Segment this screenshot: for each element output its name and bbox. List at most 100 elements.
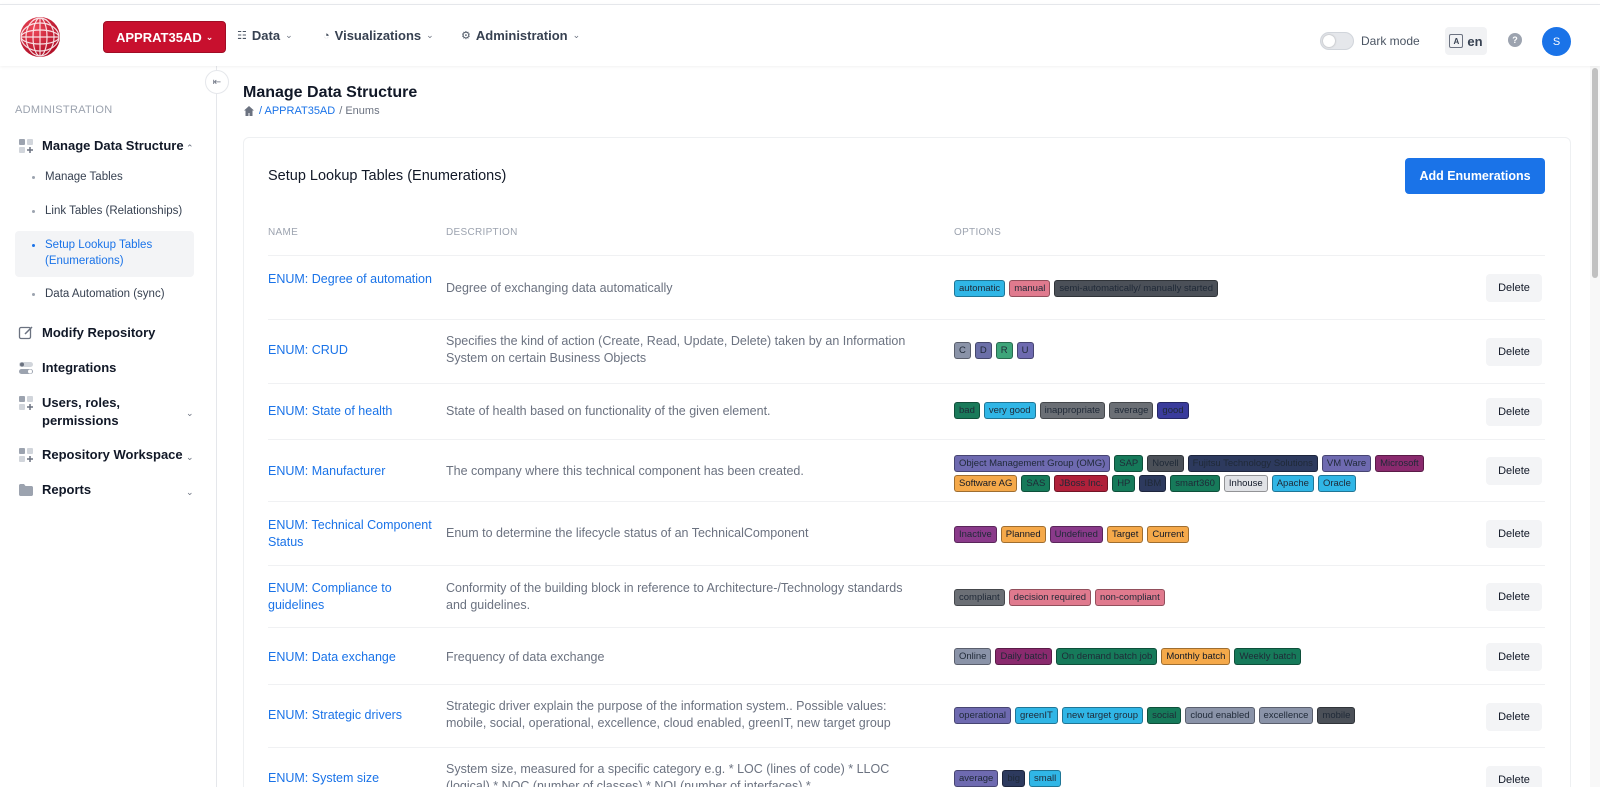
enum-name-link[interactable]: ENUM: Strategic drivers bbox=[268, 707, 438, 724]
help-icon[interactable]: ? bbox=[1508, 33, 1522, 47]
option-tag: VM Ware bbox=[1321, 455, 1372, 472]
sidebar-item-label: Users, roles, permissions bbox=[42, 395, 121, 428]
translate-icon: A bbox=[1449, 34, 1464, 48]
option-tag: Weekly batch bbox=[1234, 648, 1302, 665]
language-selector[interactable]: A en bbox=[1445, 27, 1487, 55]
option-tag: SAS bbox=[1021, 475, 1051, 492]
chevron-down-icon: ⌄ bbox=[572, 30, 581, 40]
option-tag: cloud enabled bbox=[1185, 707, 1255, 724]
delete-button[interactable]: Delete bbox=[1486, 457, 1542, 485]
option-tag: automatic bbox=[954, 280, 1006, 297]
option-tag: SAP bbox=[1114, 455, 1144, 472]
option-tag: Planned bbox=[1000, 526, 1046, 543]
delete-button[interactable]: Delete bbox=[1486, 338, 1542, 366]
delete-button[interactable]: Delete bbox=[1486, 583, 1542, 611]
sidebar-item-modify-repository[interactable]: Modify Repository bbox=[18, 324, 198, 342]
delete-button[interactable]: Delete bbox=[1486, 643, 1542, 671]
table-row: ENUM: Data exchange Frequency of data exc… bbox=[268, 627, 1545, 684]
bullet-icon bbox=[32, 293, 35, 296]
table-row: ENUM: Technical Component Status Enum to … bbox=[268, 501, 1545, 565]
enum-name-link[interactable]: ENUM: System size bbox=[268, 770, 438, 787]
option-tag: semi-automatically/ manually started bbox=[1054, 280, 1219, 297]
option-tag: Inactive bbox=[954, 526, 997, 543]
enum-name-link[interactable]: ENUM: State of health bbox=[268, 403, 438, 420]
folder-icon bbox=[19, 484, 33, 496]
option-tag: social bbox=[1147, 707, 1182, 724]
option-tag: decision required bbox=[1008, 589, 1092, 606]
option-tag: inappropriate bbox=[1039, 402, 1106, 419]
delete-button[interactable]: Delete bbox=[1486, 274, 1542, 302]
page-scrollbar[interactable] bbox=[1590, 66, 1600, 787]
sidebar-item-reports[interactable]: Reports ⌄ bbox=[18, 481, 198, 499]
enum-name-link[interactable]: ENUM: Data exchange bbox=[268, 649, 438, 666]
workspace-selector-button[interactable]: APPRAT35AD ⌄ bbox=[103, 21, 227, 53]
scrollbar-thumb[interactable] bbox=[1592, 68, 1598, 278]
option-tag: Inhouse bbox=[1223, 475, 1268, 492]
sidebar-subitem-label: Setup Lookup Tables (Enumerations) bbox=[45, 239, 153, 267]
sidebar-item-label: Reports bbox=[42, 482, 92, 497]
breadcrumb-workspace-link[interactable]: / APPRAT35AD bbox=[259, 105, 335, 117]
table-row: ENUM: Manufacturer The company where this… bbox=[268, 439, 1545, 501]
page-title: Manage Data Structure bbox=[243, 84, 418, 101]
column-header-name: NAME bbox=[268, 227, 299, 238]
edit-icon bbox=[18, 326, 33, 340]
add-enumerations-button[interactable]: Add Enumerations bbox=[1405, 158, 1545, 194]
option-tag: IBM bbox=[1139, 475, 1167, 492]
card-title: Setup Lookup Tables (Enumerations) bbox=[268, 168, 507, 184]
app-logo-icon[interactable] bbox=[20, 17, 60, 57]
option-tag: Object Management Group (OMG) bbox=[954, 455, 1111, 472]
home-icon[interactable] bbox=[243, 105, 255, 117]
sidebar-subitem-setup-lookup-tables[interactable]: Setup Lookup Tables (Enumerations) bbox=[32, 237, 192, 269]
enum-options: compliant decision required non-compliant bbox=[954, 589, 1454, 606]
delete-button[interactable]: Delete bbox=[1486, 766, 1542, 787]
option-tag: compliant bbox=[954, 589, 1005, 606]
sidebar-subitem-manage-tables[interactable]: Manage Tables bbox=[32, 169, 192, 185]
chevron-up-icon: ⌃ bbox=[186, 143, 194, 153]
option-tag: Target bbox=[1106, 526, 1144, 543]
sidebar-subitem-label: Link Tables (Relationships) bbox=[45, 205, 183, 217]
option-tag: JBoss Inc. bbox=[1054, 475, 1109, 492]
enum-name-link[interactable]: ENUM: Compliance to guidelines bbox=[268, 580, 438, 614]
sidebar-item-users-roles[interactable]: Users, roles, permissions ⌄ bbox=[18, 394, 198, 430]
option-tag: Apache bbox=[1271, 475, 1314, 492]
sidebar-item-manage-data-structure[interactable]: Manage Data Structure ⌃ bbox=[18, 137, 198, 155]
workspace-label: APPRAT35AD bbox=[116, 29, 202, 45]
enum-name-link[interactable]: ENUM: CRUD bbox=[268, 342, 438, 359]
sidebar-item-integrations[interactable]: Integrations bbox=[18, 359, 198, 377]
user-avatar[interactable]: S bbox=[1542, 27, 1571, 56]
option-tag: On demand batch job bbox=[1056, 648, 1158, 665]
option-tag: Monthly batch bbox=[1161, 648, 1231, 665]
delete-button[interactable]: Delete bbox=[1486, 703, 1542, 731]
option-tag: Online bbox=[954, 648, 992, 665]
option-tag: Daily batch bbox=[995, 648, 1053, 665]
bullet-icon bbox=[32, 244, 35, 247]
sidebar-heading: ADMINISTRATION bbox=[15, 104, 113, 116]
enum-name-link[interactable]: ENUM: Technical Component Status bbox=[268, 517, 438, 551]
enum-description: Specifies the kind of action (Create, Re… bbox=[446, 334, 906, 365]
option-tag: bad bbox=[954, 402, 980, 419]
enum-name-link[interactable]: ENUM: Manufacturer bbox=[268, 463, 438, 480]
sidebar-subitem-label: Manage Tables bbox=[45, 171, 123, 183]
option-tag: average bbox=[1109, 402, 1154, 419]
dark-mode-toggle[interactable] bbox=[1320, 32, 1354, 50]
delete-button[interactable]: Delete bbox=[1486, 398, 1542, 426]
pie-chart-icon: ◔ bbox=[323, 29, 330, 42]
enum-description: Strategic driver explain the purpose of … bbox=[446, 699, 891, 730]
nav-data[interactable]: ☷ Data ⌄ bbox=[237, 28, 293, 43]
option-tag: R bbox=[995, 342, 1013, 359]
nav-data-label: Data bbox=[251, 28, 281, 43]
sidebar-subitem-data-automation[interactable]: Data Automation (sync) bbox=[32, 286, 192, 302]
delete-button[interactable]: Delete bbox=[1486, 520, 1542, 548]
sidebar-item-repository-workspace[interactable]: Repository Workspace ⌄ bbox=[18, 446, 198, 464]
collapse-sidebar-icon[interactable]: ⇤ bbox=[205, 70, 229, 94]
enum-name-link[interactable]: ENUM: Degree of automation bbox=[268, 271, 438, 288]
nav-administration[interactable]: ⚙ Administration ⌄ bbox=[461, 28, 580, 43]
table-row: ENUM: System size System size, measured f… bbox=[268, 747, 1545, 787]
column-header-options: OPTIONS bbox=[954, 227, 1002, 238]
sidebar-subitem-link-tables[interactable]: Link Tables (Relationships) bbox=[32, 203, 192, 219]
toggle-icon bbox=[19, 362, 33, 374]
nav-visualizations[interactable]: ◔ Visualizations ⌄ bbox=[323, 28, 434, 43]
option-tag: Novell bbox=[1147, 455, 1184, 472]
table-row: ENUM: State of health State of health bas… bbox=[268, 383, 1545, 439]
enum-description: State of health based on functionality o… bbox=[446, 404, 771, 418]
